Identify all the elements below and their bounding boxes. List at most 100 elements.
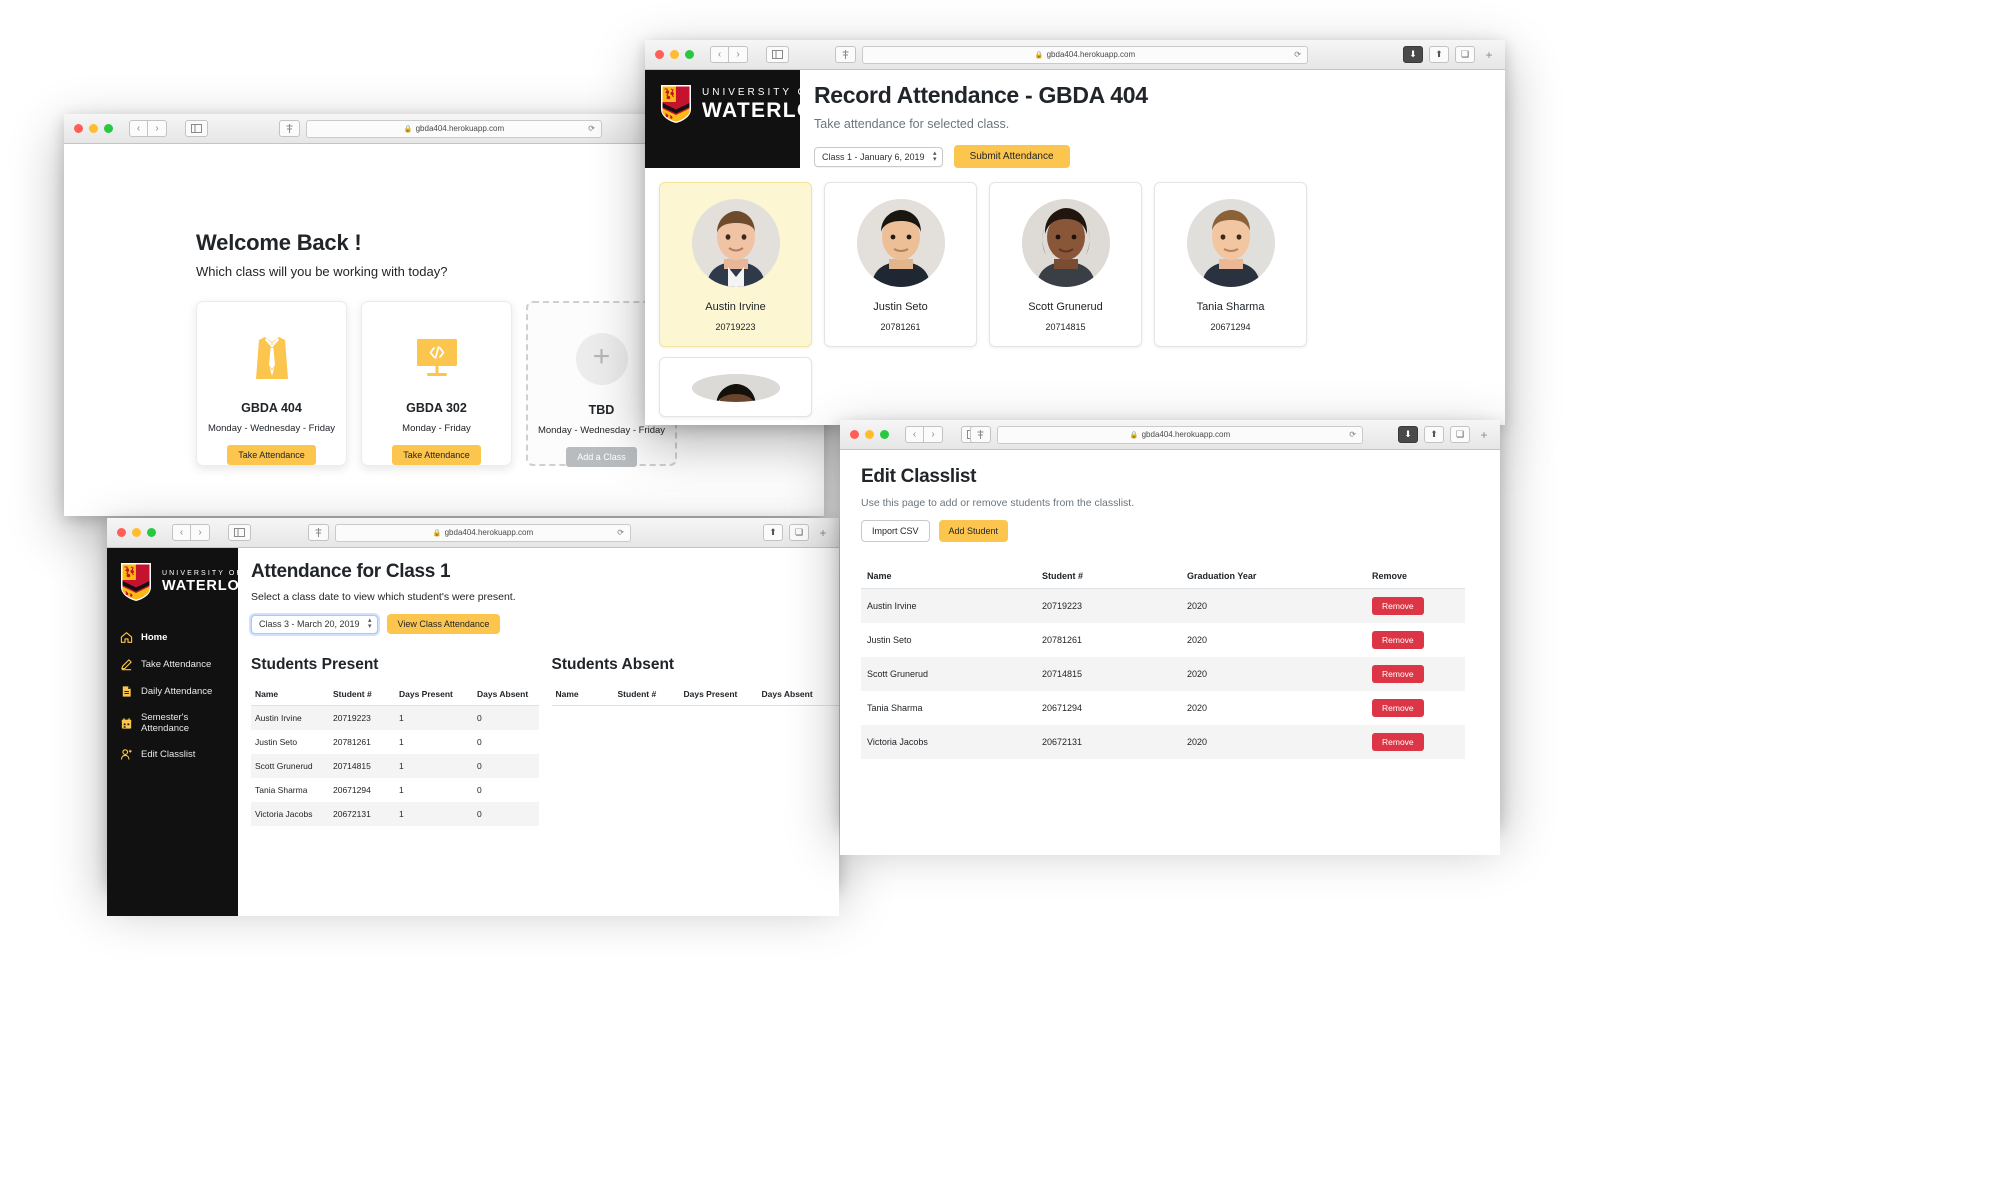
add-class-button[interactable]: Add a Class: [566, 447, 637, 467]
minimize-icon[interactable]: [132, 528, 141, 537]
window-controls[interactable]: [74, 124, 113, 133]
sidebar-toggle-icon[interactable]: [185, 120, 208, 137]
class-card-gbda302[interactable]: GBDA 302 Monday - Friday Take Attendance: [361, 301, 512, 466]
nav-buttons[interactable]: ‹ ›: [129, 120, 167, 137]
nav-buttons[interactable]: ‹ ›: [710, 46, 748, 63]
sidebar-item-home[interactable]: Home: [107, 624, 238, 651]
sidebar-item-edit-classlist[interactable]: Edit Classlist: [107, 741, 238, 768]
close-icon[interactable]: [117, 528, 126, 537]
take-attendance-button[interactable]: Take Attendance: [392, 445, 481, 465]
window-record-attendance[interactable]: ‹ › 🔒 gbda404.herokuapp.com ⟳ ⬇ ⬆ ❏ + UN…: [645, 40, 1505, 425]
document-icon: [120, 685, 133, 698]
student-card[interactable]: Austin Irvine 20719223: [659, 182, 812, 347]
address-bar-group[interactable]: 🔒 gbda404.herokuapp.com ⟳: [970, 425, 1370, 444]
remove-button[interactable]: Remove: [1372, 733, 1424, 751]
address-bar-group[interactable]: 🔒 gbda404.herokuapp.com ⟳: [279, 119, 609, 138]
show-tabs-icon[interactable]: ❏: [789, 524, 809, 541]
record-header: UNIVERSITY OF WATERLOO Record Attendance…: [645, 70, 1505, 168]
forward-icon[interactable]: ›: [729, 46, 748, 63]
window-controls[interactable]: [117, 528, 156, 537]
window-controls[interactable]: [850, 430, 889, 439]
reload-icon[interactable]: ⟳: [1349, 430, 1356, 439]
new-tab-icon[interactable]: +: [815, 524, 831, 541]
reload-icon[interactable]: ⟳: [1294, 50, 1301, 59]
forward-icon[interactable]: ›: [191, 524, 210, 541]
class-card-gbda404[interactable]: GBDA 404 Monday - Wednesday - Friday Tak…: [196, 301, 347, 466]
sidebar-item-semesters-attendance[interactable]: Semester's Attendance: [107, 705, 238, 741]
student-name: Austin Irvine: [705, 301, 766, 313]
window-edit-classlist[interactable]: ‹ › 🔒 gbda404.herokuapp.com ⟳ ⬇ ⬆ ❏ + Ed…: [840, 420, 1500, 855]
show-tabs-icon[interactable]: ❏: [1450, 426, 1470, 443]
cell-name: Scott Grunerud: [867, 669, 929, 679]
nav-buttons[interactable]: ‹ ›: [172, 524, 210, 541]
sidebar-item-take-attendance[interactable]: Take Attendance: [107, 651, 238, 678]
chrome-right-buttons[interactable]: ⬇ ⬆ ❏ +: [1398, 426, 1492, 443]
view-class-attendance-button[interactable]: View Class Attendance: [386, 614, 501, 634]
zoom-icon[interactable]: [104, 124, 113, 133]
reader-icon[interactable]: [279, 120, 300, 137]
student-card[interactable]: Justin Seto 20781261: [824, 182, 977, 347]
chrome-right-buttons[interactable]: ⬇ ⬆ ❏ +: [1403, 46, 1497, 63]
minimize-icon[interactable]: [670, 50, 679, 59]
class-card-title: GBDA 302: [406, 401, 467, 415]
share-icon[interactable]: ⬆: [1429, 46, 1449, 63]
take-attendance-button[interactable]: Take Attendance: [227, 445, 316, 465]
minimize-icon[interactable]: [89, 124, 98, 133]
minimize-icon[interactable]: [865, 430, 874, 439]
add-student-button[interactable]: Add Student: [938, 520, 1009, 542]
student-card[interactable]: Scott Grunerud 20714815: [989, 182, 1142, 347]
sidebar-item-label: Daily Attendance: [141, 686, 213, 697]
remove-button[interactable]: Remove: [1372, 597, 1424, 615]
forward-icon[interactable]: ›: [148, 120, 167, 137]
share-icon[interactable]: ⬆: [1424, 426, 1444, 443]
window-class-attendance[interactable]: ‹ › 🔒 gbda404.herokuapp.com ⟳ ⬆ ❏ + UNIV…: [107, 518, 839, 916]
cell-present: 1: [399, 737, 404, 747]
back-icon[interactable]: ‹: [172, 524, 191, 541]
address-bar-group[interactable]: 🔒 gbda404.herokuapp.com ⟳: [308, 523, 638, 542]
submit-attendance-button[interactable]: Submit Attendance: [953, 145, 1070, 168]
chrome-right-buttons[interactable]: ⬆ ❏ +: [763, 524, 831, 541]
download-icon[interactable]: ⬇: [1398, 426, 1418, 443]
url-field[interactable]: 🔒 gbda404.herokuapp.com ⟳: [997, 425, 1363, 444]
sidebar-toggle-icon[interactable]: [766, 46, 789, 63]
remove-button[interactable]: Remove: [1372, 665, 1424, 683]
reload-icon[interactable]: ⟳: [617, 528, 624, 537]
student-card[interactable]: Tania Sharma 20671294: [1154, 182, 1307, 347]
url-field[interactable]: 🔒 gbda404.herokuapp.com ⟳: [862, 45, 1308, 64]
class-session-select[interactable]: Class 1 - January 6, 2019 ▴ ▾: [814, 146, 943, 167]
new-tab-icon[interactable]: +: [1476, 426, 1492, 443]
window-controls[interactable]: [655, 50, 694, 59]
back-icon[interactable]: ‹: [129, 120, 148, 137]
back-icon[interactable]: ‹: [710, 46, 729, 63]
new-tab-icon[interactable]: +: [1481, 46, 1497, 63]
record-controls: Class 1 - January 6, 2019 ▴ ▾ Submit Atte…: [814, 145, 1505, 168]
back-icon[interactable]: ‹: [905, 426, 924, 443]
remove-button[interactable]: Remove: [1372, 631, 1424, 649]
sidebar-item-daily-attendance[interactable]: Daily Attendance: [107, 678, 238, 705]
close-icon[interactable]: [850, 430, 859, 439]
reader-icon[interactable]: [835, 46, 856, 63]
url-field[interactable]: 🔒 gbda404.herokuapp.com ⟳: [306, 119, 602, 138]
zoom-icon[interactable]: [880, 430, 889, 439]
remove-button[interactable]: Remove: [1372, 699, 1424, 717]
reader-icon[interactable]: [308, 524, 329, 541]
url-field[interactable]: 🔒 gbda404.herokuapp.com ⟳: [335, 523, 631, 542]
nav-buttons[interactable]: ‹ ›: [905, 426, 943, 443]
class-date-select[interactable]: Class 3 - March 20, 2019 ▴ ▾: [251, 614, 378, 634]
sidebar-toggle-icon[interactable]: [228, 524, 251, 541]
close-icon[interactable]: [74, 124, 83, 133]
table-row: Scott Grunerud 20714815 2020 Remove: [861, 657, 1465, 691]
zoom-icon[interactable]: [147, 528, 156, 537]
address-bar-group[interactable]: 🔒 gbda404.herokuapp.com ⟳: [835, 45, 1315, 64]
zoom-icon[interactable]: [685, 50, 694, 59]
reader-icon[interactable]: [970, 426, 991, 443]
reload-icon[interactable]: ⟳: [588, 124, 595, 133]
close-icon[interactable]: [655, 50, 664, 59]
download-icon[interactable]: ⬇: [1403, 46, 1423, 63]
import-csv-button[interactable]: Import CSV: [861, 520, 930, 542]
share-icon[interactable]: ⬆: [763, 524, 783, 541]
student-card[interactable]: [659, 357, 812, 417]
students-absent-heading: Students Absent: [551, 656, 675, 673]
show-tabs-icon[interactable]: ❏: [1455, 46, 1475, 63]
forward-icon[interactable]: ›: [924, 426, 943, 443]
